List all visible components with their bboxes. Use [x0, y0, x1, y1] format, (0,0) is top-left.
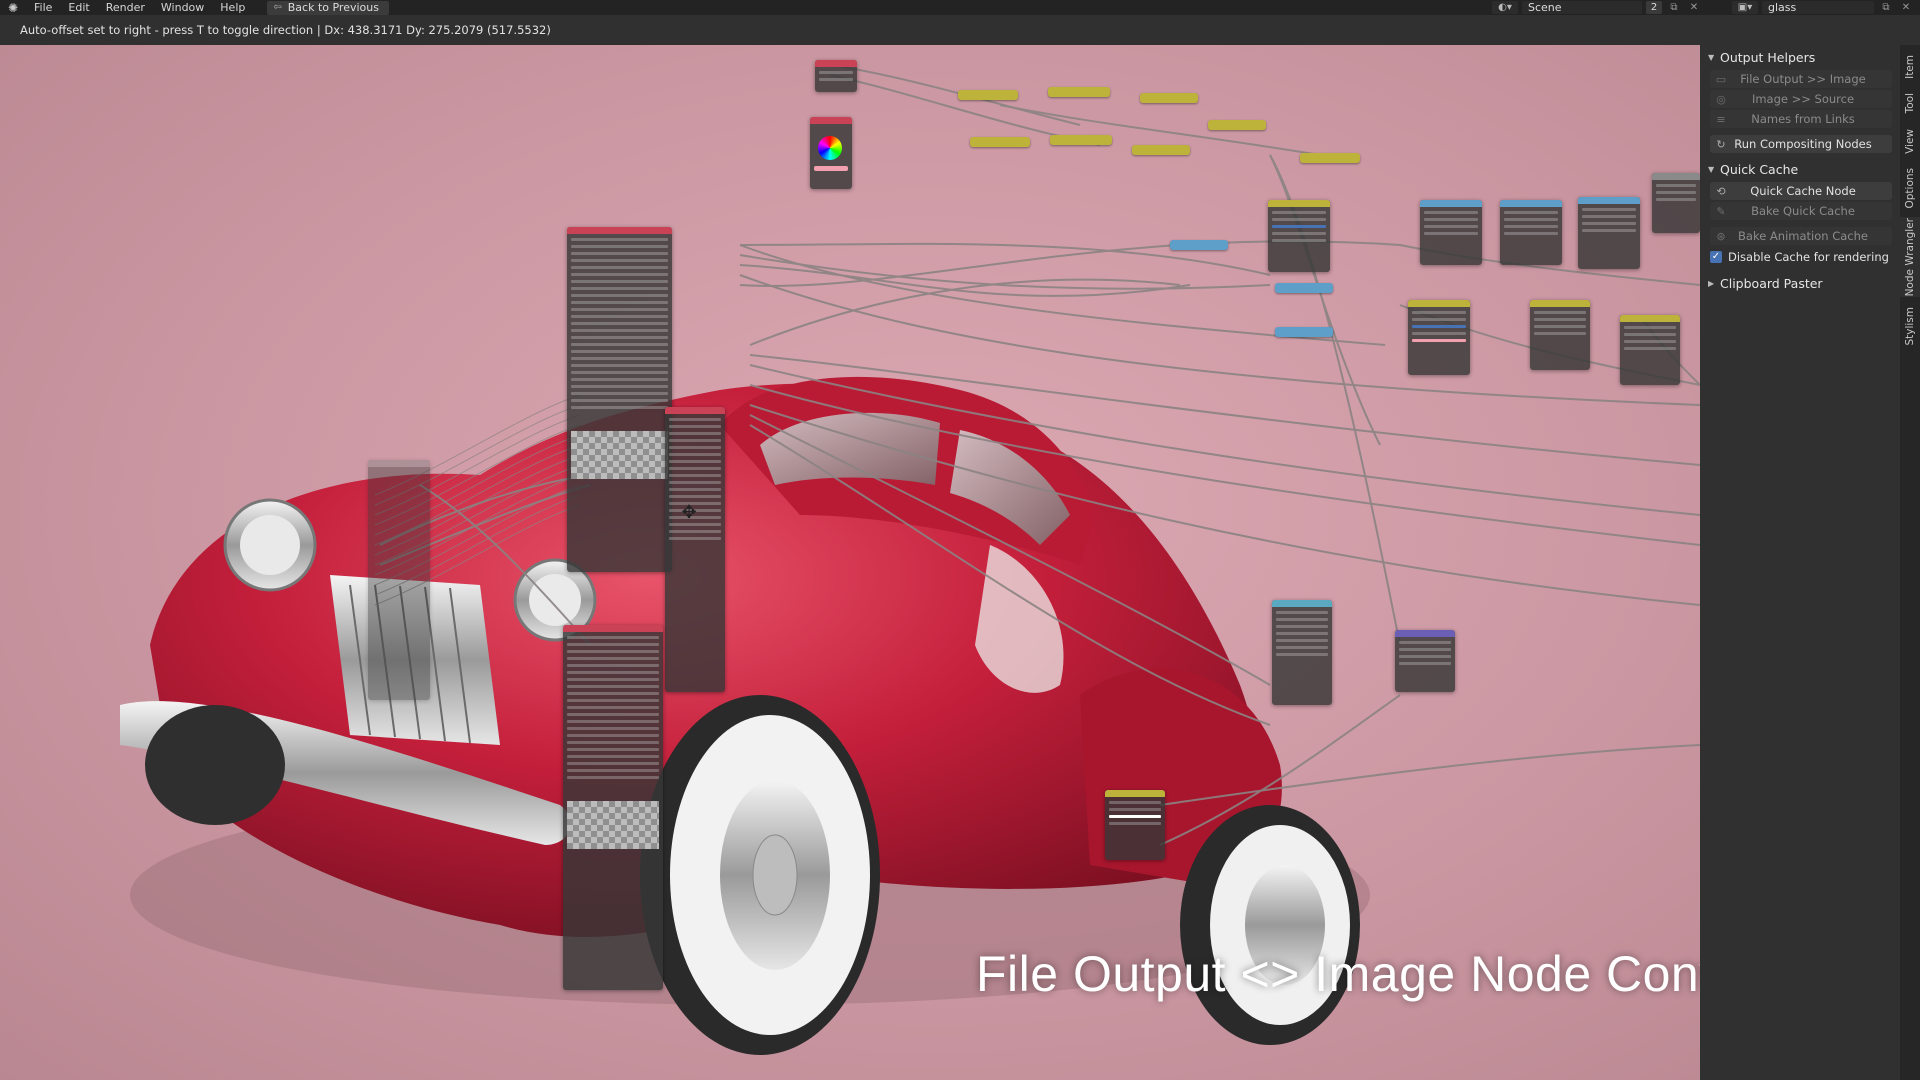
scene-name-field[interactable]: Scene [1522, 1, 1642, 14]
render-layers-node[interactable] [567, 227, 672, 572]
denoise-node[interactable] [1395, 630, 1455, 692]
back-icon: ⇦ [273, 1, 282, 13]
tab-view[interactable]: View [1900, 123, 1920, 159]
menu-render[interactable]: Render [98, 0, 153, 15]
scene-selector: ◐▾ Scene 2 ⧉ ✕ [1492, 0, 1702, 15]
menu-file[interactable]: File [26, 0, 60, 15]
tab-node-wrangler[interactable]: Node Wrangler [1900, 217, 1920, 297]
disable-cache-label: Disable Cache for rendering [1728, 250, 1889, 264]
math-node[interactable] [958, 90, 1018, 100]
bake-icon: ✎ [1716, 204, 1726, 218]
animation-icon: ⊛ [1716, 229, 1726, 243]
render-preview-thumbnail [571, 431, 668, 479]
bake-quick-cache-button[interactable]: ✎ Bake Quick Cache [1710, 202, 1892, 220]
blue-reroute-node-3[interactable] [1275, 327, 1333, 337]
run-compositing-nodes-button[interactable]: ↻ Run Compositing Nodes [1710, 135, 1892, 153]
mix-node-4[interactable] [1105, 790, 1165, 860]
color-balance-node[interactable] [1408, 300, 1470, 375]
viewer-node[interactable] [1652, 173, 1700, 233]
clipboard-paster-title: Clipboard Paster [1720, 276, 1823, 291]
math-node-6[interactable] [1050, 135, 1112, 145]
scene-user-count[interactable]: 2 [1646, 1, 1662, 14]
expanded-triangle-icon: ▼ [1708, 165, 1715, 174]
node-wrangler-sidebar: ▼ Output Helpers ▭ File Output >> Image ◎… [1700, 45, 1900, 1080]
names-icon: ≡ [1716, 112, 1726, 126]
quick-cache-panel-header[interactable]: ▼ Quick Cache [1700, 157, 1900, 182]
expanded-triangle-icon: ▼ [1708, 53, 1715, 62]
back-to-previous-button[interactable]: ⇦ Back to Previous [267, 0, 389, 15]
move-cursor-icon: ✥ [681, 502, 697, 523]
blender-window: ✺ File Edit Render Window Help ⇦ Back to… [0, 0, 1920, 1080]
tab-item[interactable]: Item [1900, 51, 1920, 83]
blender-logo-icon[interactable]: ✺ [0, 0, 26, 15]
blue-reroute-node[interactable] [1170, 240, 1228, 250]
mix-node[interactable] [1268, 200, 1330, 272]
disable-cache-checkbox[interactable]: ✓ [1710, 251, 1722, 263]
mix-node-3[interactable] [1620, 315, 1680, 385]
quick-cache-title: Quick Cache [1720, 162, 1799, 177]
image-node[interactable] [1272, 600, 1332, 705]
clipboard-paster-panel-header[interactable]: ▶ Clipboard Paster [1700, 271, 1900, 296]
file-output-node[interactable] [665, 407, 725, 692]
cache-icon: ⟲ [1716, 184, 1726, 198]
value-node[interactable] [815, 60, 857, 92]
filter-node[interactable] [1578, 197, 1640, 269]
view-layer-icon[interactable]: ▣▾ [1732, 1, 1758, 14]
math-node-7[interactable] [1132, 145, 1190, 155]
file-output-icon: ▭ [1715, 72, 1727, 86]
menu-help[interactable]: Help [212, 0, 253, 15]
file-output-to-image-button[interactable]: ▭ File Output >> Image [1710, 70, 1892, 88]
color-wheel-icon[interactable] [818, 136, 842, 160]
back-to-previous-label: Back to Previous [287, 0, 379, 14]
math-node-8[interactable] [1300, 153, 1360, 163]
blur-node[interactable] [1420, 200, 1482, 265]
math-node-5[interactable] [970, 137, 1030, 147]
output-helpers-title: Output Helpers [1720, 50, 1816, 65]
view-layer-name-field[interactable]: glass [1762, 1, 1874, 14]
menu-edit[interactable]: Edit [60, 0, 97, 15]
view-layer-selector: ▣▾ glass ⧉ ✕ [1732, 0, 1920, 15]
quick-cache-node-button[interactable]: ⟲ Quick Cache Node [1710, 182, 1892, 200]
disable-cache-checkbox-row[interactable]: ✓ Disable Cache for rendering [1710, 247, 1892, 267]
tab-stylism[interactable]: Stylism [1900, 301, 1920, 351]
refresh-icon: ↻ [1716, 137, 1726, 151]
scene-icon[interactable]: ◐▾ [1492, 1, 1518, 14]
collapsed-triangle-icon: ▶ [1708, 279, 1715, 288]
math-node-2[interactable] [1048, 87, 1110, 97]
operator-status-bar: Auto-offset set to right - press T to to… [0, 15, 1920, 45]
render-preview-thumbnail-2 [567, 801, 659, 849]
math-node-3[interactable] [1140, 93, 1198, 103]
ghost-node[interactable] [368, 460, 430, 700]
image-to-source-button[interactable]: ◎ Image >> Source [1710, 90, 1892, 108]
bake-animation-cache-button[interactable]: ⊛ Bake Animation Cache [1710, 227, 1892, 245]
new-scene-icon[interactable]: ⧉ [1666, 1, 1682, 14]
render-layers-node-2[interactable] [563, 625, 663, 990]
glare-node[interactable] [1500, 200, 1562, 265]
menu-window[interactable]: Window [153, 0, 212, 15]
tab-options[interactable]: Options [1900, 163, 1920, 213]
math-node-4[interactable] [1208, 120, 1266, 130]
video-caption: File Output <> Image Node Conversion [976, 946, 1700, 1002]
compositor-node-editor[interactable]: ✥ File Output <> Image Node Conversion [0, 45, 1700, 1080]
rgb-node[interactable] [810, 117, 852, 189]
names-from-links-button[interactable]: ≡ Names from Links [1710, 110, 1892, 128]
image-source-icon: ◎ [1716, 92, 1726, 106]
delete-view-layer-icon[interactable]: ✕ [1898, 1, 1914, 14]
delete-scene-icon[interactable]: ✕ [1686, 1, 1702, 14]
tab-tool[interactable]: Tool [1900, 87, 1920, 119]
new-view-layer-icon[interactable]: ⧉ [1878, 1, 1894, 14]
output-helpers-panel-header[interactable]: ▼ Output Helpers [1700, 45, 1900, 70]
sidebar-tabs: Item Tool View Options Node Wrangler Sty… [1900, 45, 1920, 1080]
blue-reroute-node-2[interactable] [1275, 283, 1333, 293]
mix-node-2[interactable] [1530, 300, 1590, 370]
